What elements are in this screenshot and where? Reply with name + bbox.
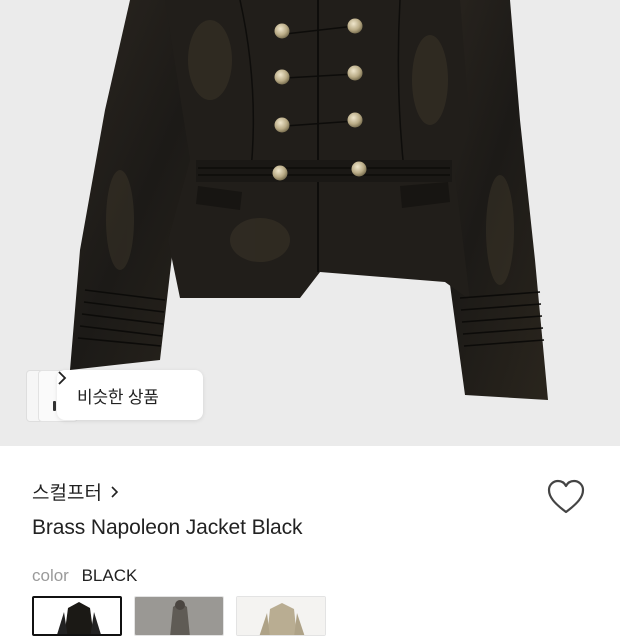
brand-link[interactable]: 스컬프터 [32, 478, 119, 505]
color-swatches [32, 596, 338, 636]
similar-products-label: 비슷한 상품 [77, 387, 159, 407]
color-row: color BLACK [32, 566, 137, 586]
product-title: Brass Napoleon Jacket Black [32, 516, 303, 539]
color-label: color [32, 566, 69, 585]
swatch-beige[interactable] [236, 596, 326, 636]
similar-products-button[interactable]: 비슷한 상품 [57, 370, 203, 420]
chevron-right-icon [110, 485, 119, 499]
product-image[interactable]: 비슷한 상품 [0, 0, 620, 446]
swatch-black[interactable] [32, 596, 122, 636]
heart-outline-icon[interactable] [546, 478, 586, 516]
swatch-grey[interactable] [134, 596, 224, 636]
brand-name: 스컬프터 [32, 483, 102, 504]
color-value: BLACK [81, 566, 138, 585]
